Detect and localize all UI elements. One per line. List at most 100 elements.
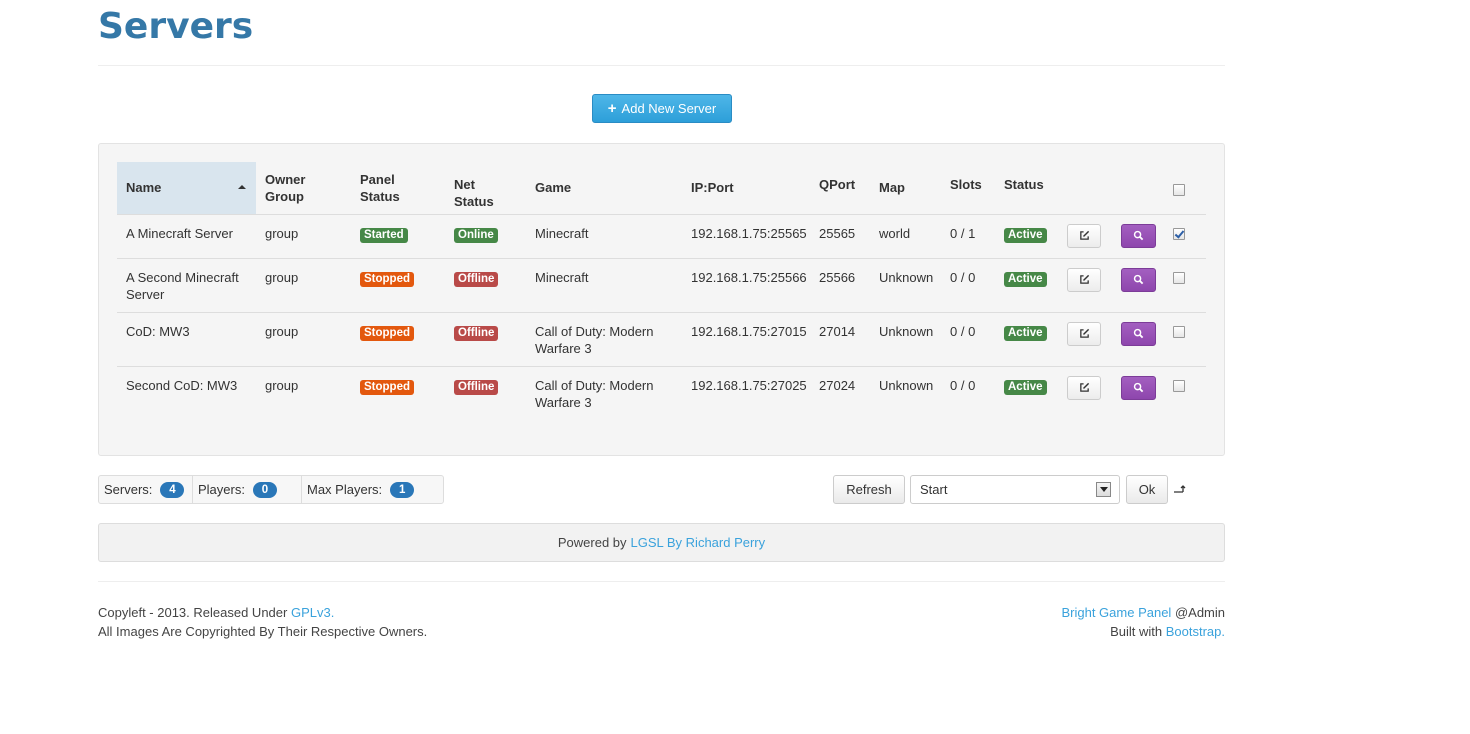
apply-arrow-icon: [1174, 485, 1186, 493]
footer-left: Copyleft - 2013. Released Under GPLv3. A…: [98, 603, 427, 641]
cell-view: [1112, 257, 1164, 312]
row-select-checkbox[interactable]: [1173, 379, 1185, 392]
search-icon: [1133, 274, 1144, 285]
add-new-server-label: Add New Server: [621, 101, 717, 116]
cell-ip-port: 192.168.1.75:25565: [682, 213, 810, 258]
column-header-qport[interactable]: QPort: [810, 162, 870, 214]
cell-qport: 27024: [810, 365, 870, 420]
cell-owner-group: group: [256, 257, 351, 312]
panel-status-badge: Stopped: [360, 325, 414, 341]
stat-servers-label: Servers:: [104, 482, 153, 497]
view-server-button[interactable]: [1121, 223, 1156, 248]
bootstrap-link[interactable]: Bootstrap.: [1166, 624, 1225, 639]
copyleft-text: Copyleft - 2013. Released Under: [98, 605, 288, 620]
cell-select: [1164, 213, 1206, 258]
page-title: Servers: [98, 6, 254, 47]
panel-status-badge: Stopped: [360, 379, 414, 395]
cell-map: Unknown: [870, 311, 941, 366]
cell-panel-status: Stopped: [351, 365, 445, 420]
cell-status: Active: [995, 311, 1058, 366]
column-header-owner-group[interactable]: Owner Group: [256, 162, 351, 214]
cell-qport: 25566: [810, 257, 870, 312]
cell-ip-port: 192.168.1.75:27015: [682, 311, 810, 366]
cell-map: Unknown: [870, 365, 941, 420]
cell-status: Active: [995, 213, 1058, 258]
cell-game: Call of Duty: Modern Warfare 3: [526, 311, 682, 366]
ok-button[interactable]: Ok: [1126, 475, 1168, 504]
net-status-badge: Online: [454, 227, 498, 243]
lgsl-link[interactable]: LGSL By Richard Perry: [631, 535, 766, 550]
plus-icon: +: [607, 100, 617, 117]
cell-select: [1164, 365, 1206, 420]
cell-net-status: Offline: [445, 365, 526, 420]
cell-owner-group: group: [256, 311, 351, 366]
table-row: CoD: MW3 group Stopped Offline Call of Duty:…: [117, 311, 1206, 366]
powered-by-prefix: Powered by: [557, 535, 627, 550]
panel-status-badge: Started: [360, 227, 408, 243]
row-select-checkbox[interactable]: [1173, 227, 1185, 240]
refresh-button[interactable]: Refresh: [833, 475, 905, 504]
servers-table: Name Owner Group Panel Status Net Status…: [117, 162, 1206, 420]
view-server-button[interactable]: [1121, 321, 1156, 346]
chevron-down-icon[interactable]: [1096, 482, 1111, 497]
stat-max-players-badge: 1: [390, 481, 415, 498]
cell-map: Unknown: [870, 257, 941, 312]
edit-server-button[interactable]: [1067, 375, 1101, 400]
cell-name: Second CoD: MW3: [117, 365, 256, 420]
status-badge: Active: [1004, 325, 1047, 341]
title-divider: [98, 65, 1225, 66]
view-server-button[interactable]: [1121, 267, 1156, 292]
column-header-game[interactable]: Game: [526, 162, 682, 214]
cell-view: [1112, 365, 1164, 420]
cell-select: [1164, 257, 1206, 312]
cell-game: Call of Duty: Modern Warfare 3: [526, 365, 682, 420]
edit-icon: [1079, 328, 1090, 339]
bright-game-panel-link[interactable]: Bright Game Panel: [1061, 605, 1171, 620]
row-select-checkbox[interactable]: [1173, 325, 1185, 338]
edit-server-button[interactable]: [1067, 223, 1101, 248]
cell-select: [1164, 311, 1206, 366]
column-header-name[interactable]: Name: [117, 162, 256, 214]
panel-status-badge: Stopped: [360, 271, 414, 287]
footer-right: Bright Game Panel @Admin Built with Boot…: [1061, 603, 1225, 641]
cell-slots: 0 / 0: [941, 257, 995, 312]
cell-edit: [1058, 365, 1112, 420]
column-header-net-status[interactable]: Net Status: [445, 162, 526, 214]
column-header-ip-port[interactable]: IP:Port: [682, 162, 810, 214]
bulk-action-select[interactable]: Start: [910, 475, 1120, 504]
row-select-checkbox[interactable]: [1173, 271, 1185, 284]
net-status-badge: Offline: [454, 325, 499, 341]
column-header-status[interactable]: Status: [995, 162, 1058, 214]
cell-status: Active: [995, 365, 1058, 420]
column-header-edit: [1058, 162, 1112, 214]
cell-panel-status: Stopped: [351, 311, 445, 366]
net-status-badge: Offline: [454, 271, 499, 287]
edit-icon: [1079, 382, 1090, 393]
gplv3-link[interactable]: GPLv3.: [291, 605, 334, 620]
view-server-button[interactable]: [1121, 375, 1156, 400]
column-header-panel-status[interactable]: Panel Status: [351, 162, 445, 214]
cell-slots: 0 / 0: [941, 311, 995, 366]
cell-name: CoD: MW3: [117, 311, 256, 366]
net-status-badge: Offline: [454, 379, 499, 395]
add-new-server-button[interactable]: + Add New Server: [592, 94, 732, 123]
column-header-slots[interactable]: Slots: [941, 162, 995, 214]
table-header-row: Name Owner Group Panel Status Net Status…: [117, 162, 1206, 214]
admin-text: @Admin: [1174, 605, 1225, 620]
servers-panel: Name Owner Group Panel Status Net Status…: [98, 143, 1225, 456]
column-header-select-all: [1164, 162, 1206, 214]
select-all-checkbox[interactable]: [1173, 184, 1185, 197]
bulk-action-selected: Start: [920, 482, 948, 497]
cell-slots: 0 / 0: [941, 365, 995, 420]
edit-server-button[interactable]: [1067, 321, 1101, 346]
cell-panel-status: Started: [351, 213, 445, 258]
built-with-text: Built with: [1110, 624, 1163, 639]
cell-game: Minecraft: [526, 257, 682, 312]
edit-icon: [1079, 230, 1090, 241]
cell-owner-group: group: [256, 365, 351, 420]
cell-qport: 25565: [810, 213, 870, 258]
status-badge: Active: [1004, 227, 1047, 243]
cell-map: world: [870, 213, 941, 258]
edit-server-button[interactable]: [1067, 267, 1101, 292]
column-header-map[interactable]: Map: [870, 162, 941, 214]
